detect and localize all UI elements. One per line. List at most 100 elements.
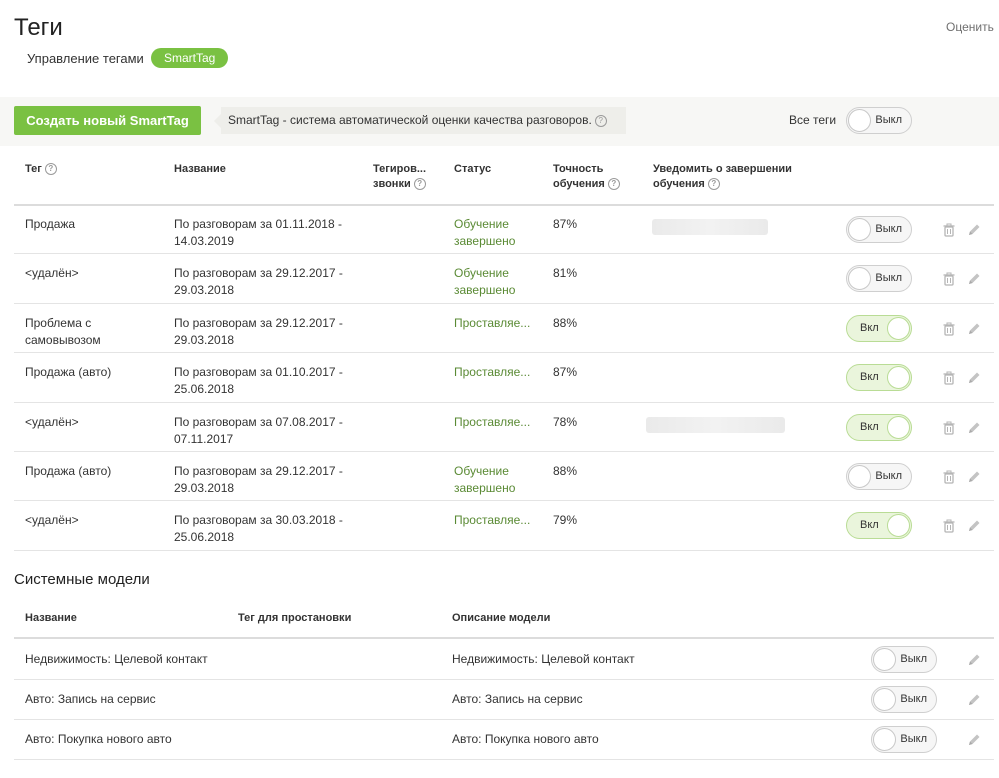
smarttag-info: SmartTag - система автоматической оценки… — [214, 107, 626, 134]
sys-row-toggle[interactable]: Выкл — [871, 686, 937, 713]
row-notify-toggle[interactable]: Выкл — [846, 265, 912, 292]
row-accuracy: 87% — [553, 217, 578, 231]
row-divider — [14, 451, 994, 452]
row-tag: Продажа (авто) — [25, 365, 112, 379]
sys-row-divider — [14, 679, 994, 680]
row-name: По разговорам за 07.08.2017 -07.11.2017 — [174, 415, 343, 446]
header-divider — [14, 204, 994, 206]
row-notify-toggle[interactable]: Вкл — [846, 512, 912, 539]
toggle-knob — [887, 366, 910, 389]
pencil-icon[interactable] — [967, 371, 981, 385]
row-status: Обучение завершено — [454, 266, 516, 297]
toggle-label: Вкл — [860, 421, 879, 433]
toggle-label: Вкл — [860, 371, 879, 383]
help-icon[interactable]: ? — [413, 178, 426, 191]
col-header-tagged: Тегиров... звонки? — [373, 163, 427, 191]
row-accuracy: 88% — [553, 316, 578, 330]
col-header-notify: Уведомить о завершении обучения? — [653, 163, 792, 191]
row-status: Обучение завершено — [454, 464, 516, 495]
sys-row-name: Авто: Покупка нового авто — [25, 732, 172, 746]
help-icon[interactable]: ? — [594, 114, 607, 127]
tab-tag-management[interactable]: Управление тегами — [27, 51, 144, 66]
row-tag: Продажа (авто) — [25, 464, 112, 478]
row-name: По разговорам за 29.12.2017 -29.03.2018 — [174, 266, 343, 297]
row-divider — [14, 500, 994, 501]
row-notify-toggle[interactable]: Вкл — [846, 414, 912, 441]
help-icon[interactable]: ? — [707, 178, 720, 191]
row-divider — [14, 402, 994, 403]
sys-row-toggle[interactable]: Выкл — [871, 726, 937, 753]
pencil-icon[interactable] — [967, 470, 981, 484]
sys-header-divider — [14, 637, 994, 639]
pencil-icon[interactable] — [967, 519, 981, 533]
trash-icon[interactable] — [942, 519, 956, 533]
row-accuracy: 79% — [553, 513, 578, 527]
row-notify-toggle[interactable]: Вкл — [846, 364, 912, 391]
toggle-label: Выкл — [875, 114, 902, 126]
trash-icon[interactable] — [942, 421, 956, 435]
system-models-title: Системные модели — [14, 571, 150, 588]
trash-icon[interactable] — [942, 223, 956, 237]
row-status: Обучение завершено — [454, 217, 516, 248]
toggle-label: Вкл — [860, 519, 879, 531]
toggle-knob — [873, 688, 896, 711]
row-name: По разговорам за 30.03.2018 -25.06.2018 — [174, 513, 343, 544]
row-status: Проставляе... — [454, 415, 531, 429]
pencil-icon[interactable] — [967, 272, 981, 286]
toggle-knob — [887, 416, 910, 439]
toggle-label: Выкл — [875, 470, 902, 482]
toggle-knob — [887, 317, 910, 340]
all-tags-toggle[interactable]: Выкл — [846, 107, 912, 134]
sys-row-divider — [14, 719, 994, 720]
sys-row-name: Недвижимость: Целевой контакт — [25, 652, 208, 666]
toggle-label: Выкл — [875, 223, 902, 235]
col-header-status: Статус — [454, 163, 492, 175]
sys-row-name: Авто: Запись на сервис — [25, 692, 156, 706]
toggle-knob — [848, 465, 871, 488]
col-header-accuracy: Точность обучения? — [553, 162, 620, 192]
pencil-icon[interactable] — [967, 322, 981, 336]
row-notify-toggle[interactable]: Выкл — [846, 463, 912, 490]
sys-col-header-name: Название — [25, 612, 77, 624]
toggle-knob — [848, 218, 871, 241]
rate-link[interactable]: Оценить — [946, 20, 994, 34]
row-status: Проставляе... — [454, 513, 531, 527]
sys-col-header-desc: Описание модели — [452, 612, 551, 624]
row-notify-toggle[interactable]: Вкл — [846, 315, 912, 342]
row-notify-toggle[interactable]: Выкл — [846, 216, 912, 243]
col-header-tag: Тег? — [25, 162, 57, 177]
row-accuracy: 78% — [553, 415, 578, 429]
row-tag: Продажа — [25, 217, 76, 231]
trash-icon[interactable] — [942, 470, 956, 484]
row-name: По разговорам за 01.10.2017 -25.06.2018 — [174, 365, 343, 396]
help-icon[interactable]: ? — [44, 163, 57, 176]
row-accuracy: 87% — [553, 365, 578, 379]
toggle-knob — [873, 648, 896, 671]
trash-icon[interactable] — [942, 272, 956, 286]
sys-row-desc: Недвижимость: Целевой контакт — [452, 652, 635, 666]
help-icon[interactable]: ? — [607, 178, 620, 191]
toggle-knob — [848, 109, 871, 132]
pencil-icon[interactable] — [967, 693, 981, 707]
trash-icon[interactable] — [942, 371, 956, 385]
tab-smarttag[interactable]: SmartTag — [151, 48, 229, 68]
toggle-label: Выкл — [875, 272, 902, 284]
sys-row-divider — [14, 759, 994, 760]
pencil-icon[interactable] — [967, 653, 981, 667]
row-name: По разговорам за 01.11.2018 -14.03.2019 — [174, 217, 342, 248]
row-tag: <удалён> — [25, 513, 79, 527]
pencil-icon[interactable] — [967, 421, 981, 435]
toggle-label: Выкл — [900, 693, 927, 705]
trash-icon[interactable] — [942, 322, 956, 336]
row-status: Проставляе... — [454, 365, 531, 379]
page-title: Теги — [14, 14, 63, 41]
smarttag-info-text: SmartTag - система автоматической оценки… — [228, 113, 592, 127]
all-tags-label: Все теги — [789, 113, 837, 127]
toggle-knob — [887, 514, 910, 537]
row-divider — [14, 352, 994, 353]
sys-row-toggle[interactable]: Выкл — [871, 646, 937, 673]
row-accuracy: 88% — [553, 464, 578, 478]
create-smarttag-button[interactable]: Создать новый SmartTag — [14, 106, 201, 135]
pencil-icon[interactable] — [967, 223, 981, 237]
pencil-icon[interactable] — [967, 733, 981, 747]
